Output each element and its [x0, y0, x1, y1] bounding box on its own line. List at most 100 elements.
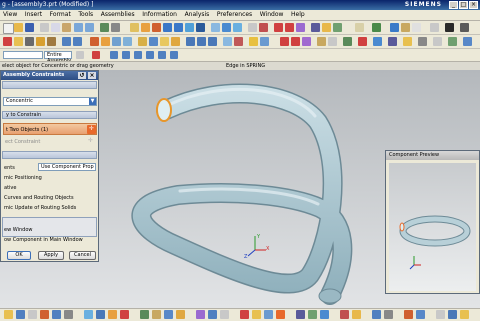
subtract-icon[interactable] [197, 37, 206, 46]
redo-icon[interactable] [85, 23, 94, 32]
preview-window-option[interactable]: ew Window [4, 227, 32, 233]
dimension-icon[interactable] [328, 37, 337, 46]
rectangle-icon[interactable] [372, 23, 381, 32]
boss-icon[interactable] [101, 37, 110, 46]
bottom-tool-29-icon[interactable] [404, 310, 413, 319]
select-all-icon[interactable] [76, 51, 84, 59]
layer-icon[interactable] [100, 23, 109, 32]
close-button[interactable]: × [469, 1, 478, 9]
bottom-tool-30-icon[interactable] [416, 310, 425, 319]
draft-icon[interactable] [149, 37, 158, 46]
close-dialog-icon[interactable]: × [88, 72, 96, 79]
preview-spring-model[interactable] [389, 163, 476, 291]
show-in-main-window-option[interactable]: ow Component in Main Window [4, 237, 83, 243]
cut-icon[interactable] [40, 23, 49, 32]
shaded-icon[interactable] [211, 23, 220, 32]
constraint-icon[interactable] [401, 23, 410, 32]
snap-center-icon[interactable] [134, 51, 142, 59]
routing-solids-option[interactable]: mic Update of Routing Solids [4, 205, 76, 211]
reuse-icon[interactable] [448, 37, 457, 46]
select-two-objects-row[interactable]: t Two Objects (1) ✛ [3, 123, 97, 135]
sweep-icon[interactable] [62, 37, 71, 46]
pan-icon[interactable] [174, 23, 183, 32]
spring-end-face[interactable] [318, 288, 342, 304]
bottom-tool-31-icon[interactable] [436, 310, 445, 319]
menu-tools[interactable]: Tools [75, 10, 96, 19]
menu-preferences[interactable]: Preferences [214, 10, 255, 19]
bottom-tool-1-icon[interactable] [4, 310, 13, 319]
settings-group[interactable] [2, 151, 97, 159]
wrench-icon[interactable] [111, 23, 120, 32]
bottom-tool-6-icon[interactable] [64, 310, 73, 319]
split-icon[interactable] [234, 37, 243, 46]
spring-tube[interactable] [131, 83, 353, 305]
menu-view[interactable]: View [0, 10, 20, 19]
wireframe-icon[interactable] [222, 23, 231, 32]
snap-point-icon[interactable] [92, 51, 100, 59]
snap-intersect-icon[interactable] [170, 51, 178, 59]
assembly-icon[interactable] [322, 23, 331, 32]
bottom-tool-14-icon[interactable] [176, 310, 185, 319]
zoom-icon[interactable] [163, 23, 172, 32]
bottom-tool-23-icon[interactable] [308, 310, 317, 319]
unite-icon[interactable] [186, 37, 195, 46]
bottom-tool-13-icon[interactable] [164, 310, 173, 319]
save-icon[interactable] [25, 23, 34, 32]
snap-quadrant-icon[interactable] [158, 51, 166, 59]
bottom-tool-32-icon[interactable] [448, 310, 457, 319]
bottom-tool-22-icon[interactable] [296, 310, 305, 319]
bottom-tool-16-icon[interactable] [208, 310, 217, 319]
undo-icon[interactable] [74, 23, 83, 32]
expression-icon[interactable] [388, 37, 397, 46]
delete-icon[interactable] [433, 37, 442, 46]
constraint-type-dropdown[interactable]: Concentric ▼ [3, 97, 97, 106]
curve-icon[interactable] [47, 37, 56, 46]
shell-icon[interactable] [112, 37, 121, 46]
helix-icon[interactable] [291, 37, 300, 46]
maximize-button[interactable]: □ [459, 1, 468, 9]
bottom-tool-21-icon[interactable] [276, 310, 285, 319]
apply-button[interactable]: Apply [38, 251, 64, 260]
associative-option[interactable]: ative [4, 185, 16, 191]
snap-end-icon[interactable] [110, 51, 118, 59]
intersect-icon[interactable] [208, 37, 217, 46]
new-file-icon[interactable] [3, 23, 14, 34]
bottom-tool-12-icon[interactable] [152, 310, 161, 319]
snap-mid-icon[interactable] [122, 51, 130, 59]
selected-edge-highlight[interactable] [156, 98, 172, 122]
menu-assemblies[interactable]: Assemblies [98, 10, 138, 19]
bottom-tool-4-icon[interactable] [40, 310, 49, 319]
type-group[interactable] [2, 81, 97, 89]
positioning-dropdown[interactable]: Use Component Prop [38, 163, 96, 171]
preview-viewport[interactable] [389, 163, 476, 291]
fit-icon[interactable] [196, 23, 205, 32]
second-selection-row[interactable]: ect Constraint ✛ [3, 137, 97, 147]
move-icon[interactable] [412, 23, 421, 32]
cancel-button[interactable]: Cancel [69, 251, 96, 260]
spline-icon[interactable] [280, 37, 289, 46]
project-icon[interactable] [302, 37, 311, 46]
tube-icon[interactable] [73, 37, 82, 46]
bottom-tool-18-icon[interactable] [240, 310, 249, 319]
bottom-tool-8-icon[interactable] [96, 310, 105, 319]
bottom-tool-25-icon[interactable] [340, 310, 349, 319]
geometry-group[interactable]: y to Constrain [2, 111, 97, 119]
blend-icon[interactable] [123, 37, 132, 46]
bottom-tool-20-icon[interactable] [264, 310, 273, 319]
show-icon[interactable] [259, 23, 268, 32]
extrude-icon[interactable] [141, 23, 150, 32]
datum-plane-icon[interactable] [3, 37, 12, 46]
chamfer-icon[interactable] [138, 37, 147, 46]
hole-icon[interactable] [90, 37, 99, 46]
render-icon[interactable] [445, 23, 454, 32]
attribute-icon[interactable] [403, 37, 412, 46]
thicken-icon[interactable] [260, 37, 269, 46]
menu-information[interactable]: Information [139, 10, 180, 19]
info-icon[interactable] [373, 37, 382, 46]
explode-icon[interactable] [430, 23, 439, 32]
offset-icon[interactable] [249, 37, 258, 46]
bottom-tool-7-icon[interactable] [84, 310, 93, 319]
snap-tangent-icon[interactable] [146, 51, 154, 59]
bottom-tool-28-icon[interactable] [384, 310, 393, 319]
pattern-icon[interactable] [160, 37, 169, 46]
